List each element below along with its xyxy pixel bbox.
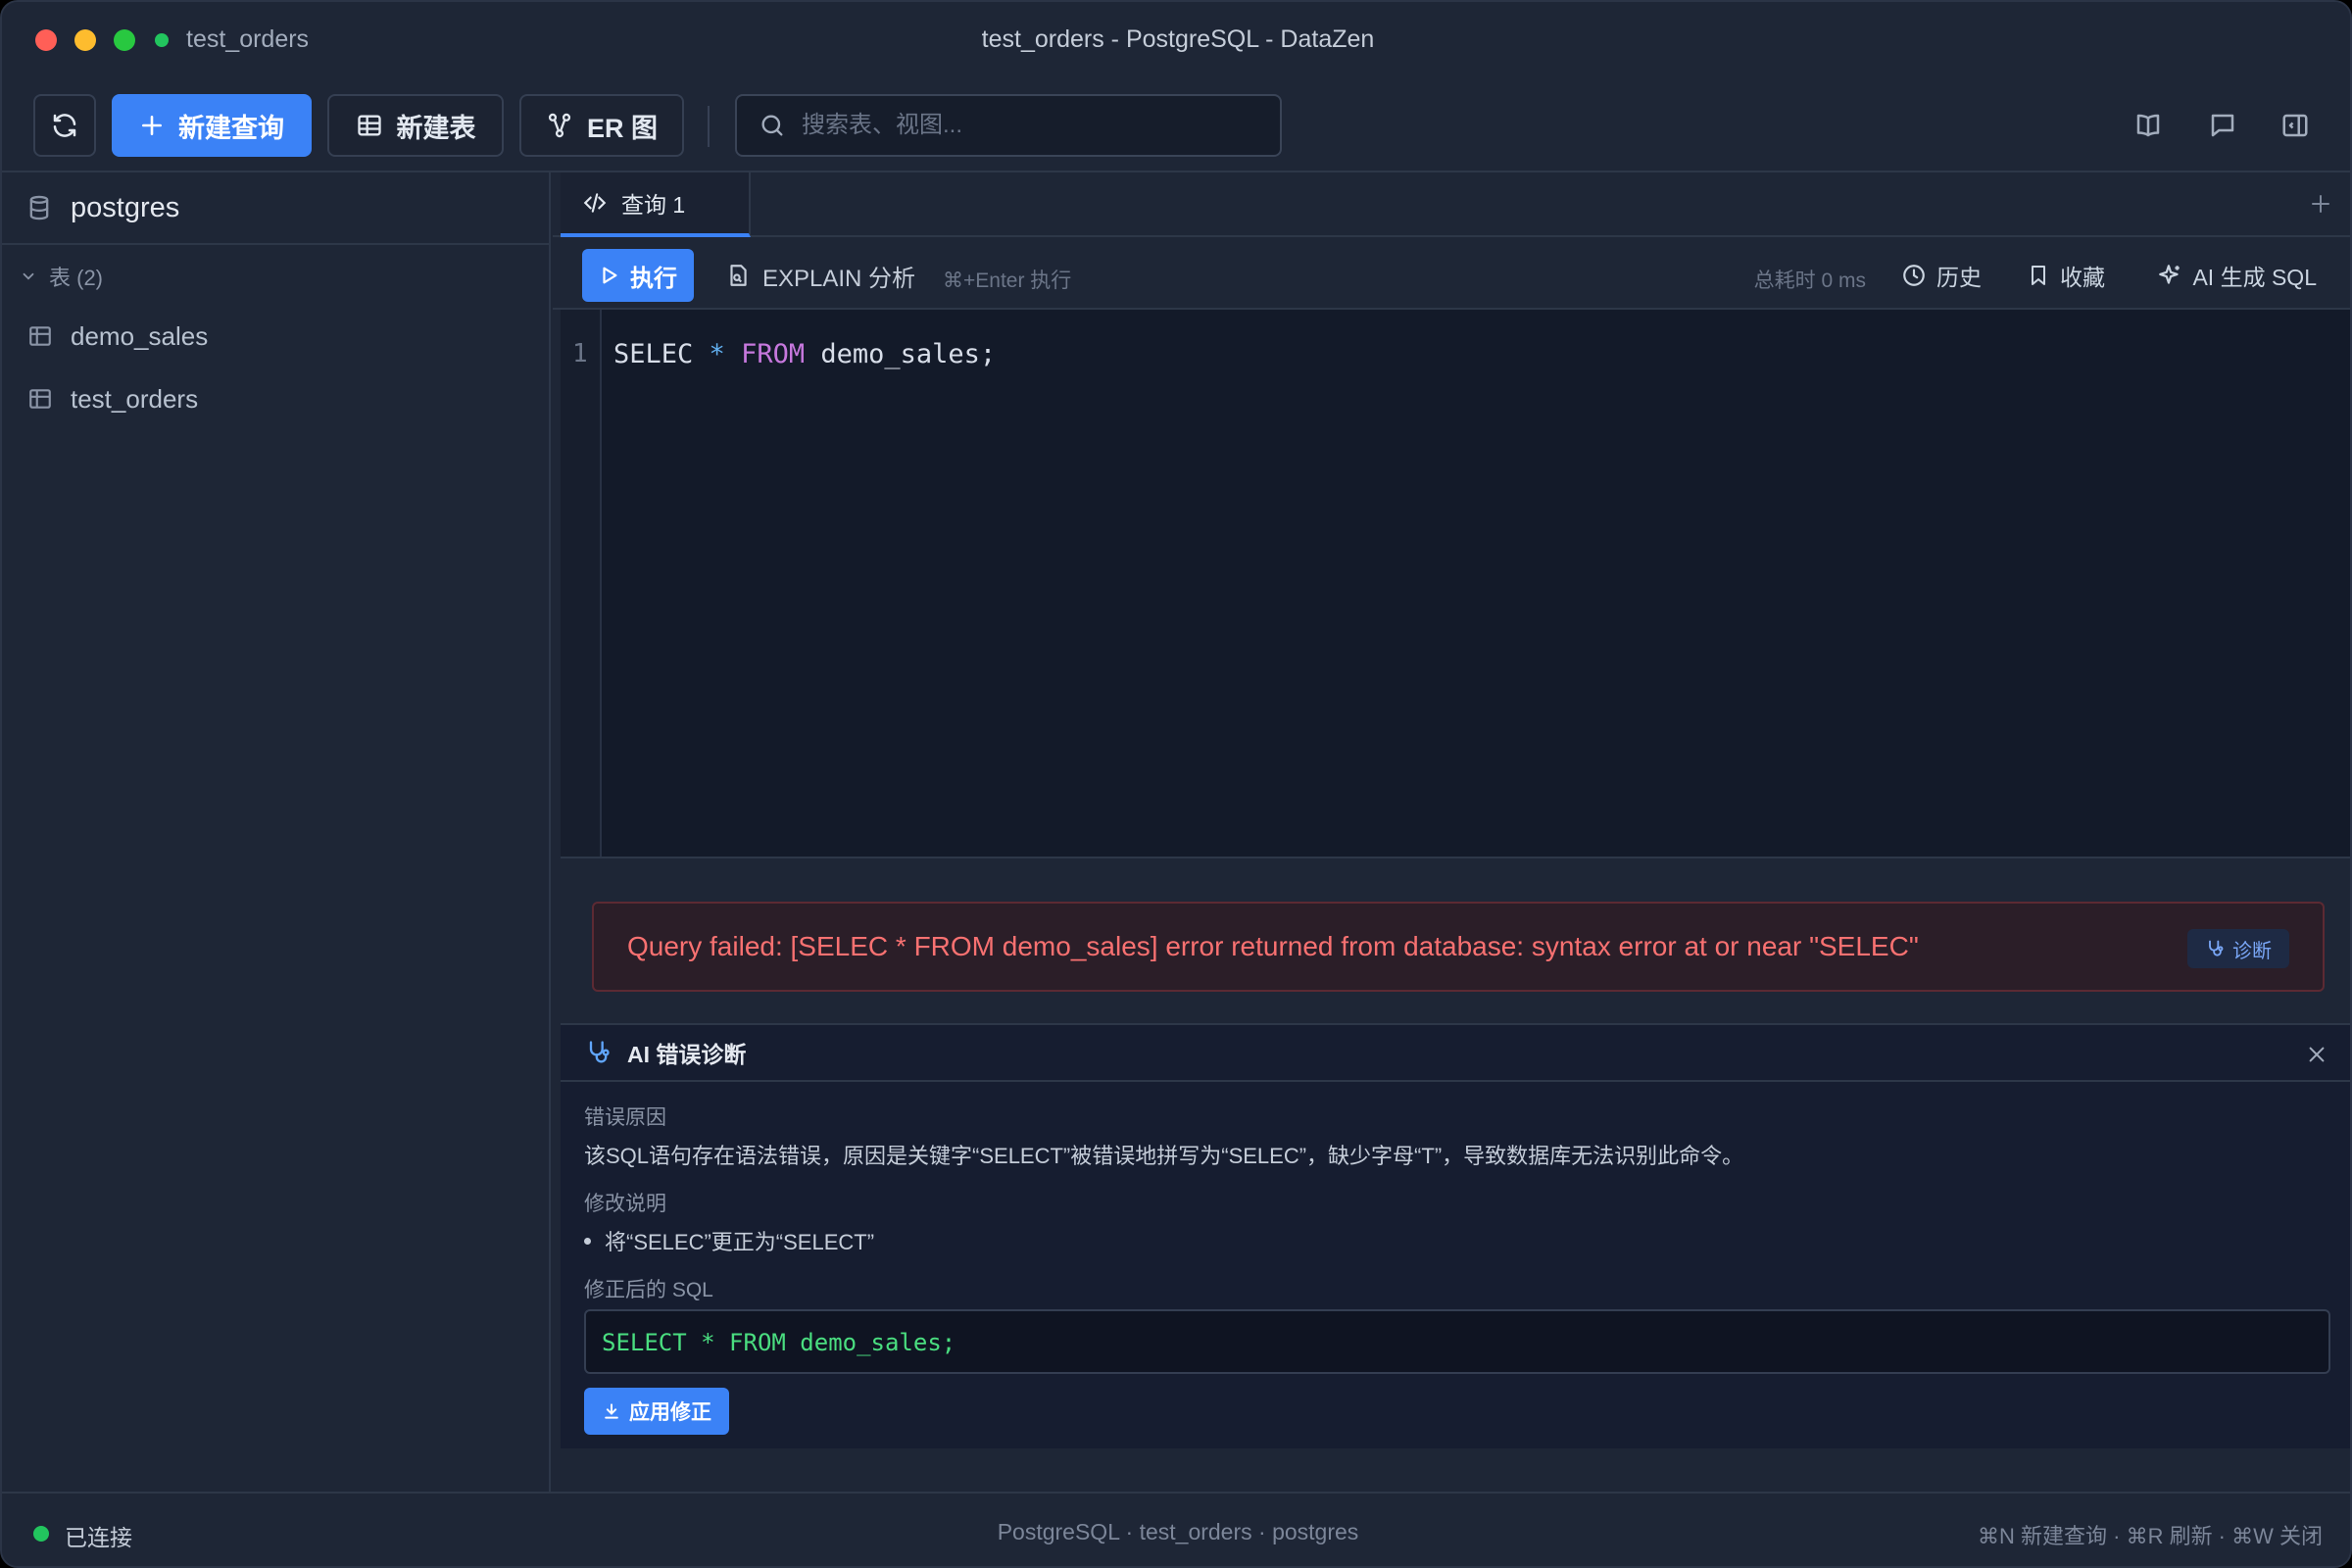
sidebar-item-demo-sales[interactable]: demo_sales	[2, 308, 549, 365]
app-window: test_orders test_orders - PostgreSQL - D…	[0, 0, 2352, 1568]
docs-button[interactable]	[2131, 108, 2166, 143]
new-table-label: 新建表	[396, 113, 476, 143]
error-alert: Query failed: [SELEC * FROM demo_sales] …	[592, 902, 2325, 992]
sidebar-toggle-icon	[2282, 114, 2308, 137]
code-operator: *	[709, 339, 725, 369]
window-title: test_orders - PostgreSQL - DataZen	[981, 25, 1375, 53]
cause-text: 该SQL语句存在语法错误，原因是关键字“SELECT”被错误地拼写为“SELEC…	[584, 1144, 1744, 1168]
ai-generate-sql-button[interactable]: AI 生成 SQL	[2157, 259, 2317, 292]
chat-button[interactable]	[2205, 108, 2240, 143]
code-line: SELEC * FROM demo_sales;	[613, 339, 996, 369]
fix-item-text: 将“SELEC”更正为“SELECT”	[605, 1230, 875, 1254]
table-name: test_orders	[71, 383, 199, 414]
database-icon	[29, 195, 49, 220]
database-name: postgres	[71, 191, 180, 223]
diagnose-label: 诊断	[2232, 940, 2272, 962]
book-icon	[2136, 114, 2160, 137]
refresh-button[interactable]	[33, 94, 96, 157]
ai-generate-sql-label: AI 生成 SQL	[2192, 265, 2317, 290]
play-icon	[603, 267, 617, 284]
sparkle-icon	[2159, 265, 2180, 284]
history-button[interactable]: 历史	[1901, 259, 1982, 292]
apply-fix-button[interactable]: 应用修正	[584, 1388, 729, 1435]
run-button[interactable]: 执行	[582, 249, 694, 302]
sidebar: postgres 表 (2) demo_sales test_orders	[2, 172, 551, 1492]
table-name: demo_sales	[71, 320, 209, 351]
download-icon	[605, 1403, 618, 1419]
tables-group-toggle[interactable]: 表 (2)	[20, 257, 103, 296]
new-query-label: 新建查询	[178, 113, 284, 143]
query-toolbar: 执行 EXPLAIN 分析 ⌘+Enter 执行 总耗时 0 ms 历史 收藏 …	[553, 237, 2350, 310]
message-icon	[2211, 114, 2234, 137]
plus-icon	[142, 116, 162, 135]
error-message: Query failed: [SELEC * FROM demo_sales] …	[627, 931, 1919, 961]
run-label: 执行	[630, 265, 677, 292]
title-bar: test_orders test_orders - PostgreSQL - D…	[2, 2, 2350, 78]
history-label: 历史	[1936, 265, 1982, 290]
tab-bar: 查询 1	[553, 172, 2350, 237]
favorites-label: 收藏	[2060, 265, 2105, 290]
code-token: demo_sales;	[805, 339, 997, 369]
clock-icon	[1903, 265, 1925, 286]
table-icon	[357, 115, 381, 136]
explain-label: EXPLAIN 分析	[762, 265, 916, 292]
line-gutter: 1	[561, 310, 602, 857]
file-analysis-icon	[730, 265, 747, 286]
cause-label: 错误原因	[584, 1106, 666, 1129]
new-query-button[interactable]: 新建查询	[112, 94, 312, 157]
code-token: SELEC	[613, 339, 710, 369]
code-icon	[583, 193, 607, 213]
elapsed-time: 总耗时 0 ms	[1753, 270, 1866, 292]
database-selector[interactable]: postgres	[2, 172, 549, 245]
corrected-sql: SELECT * FROM demo_sales;	[602, 1329, 956, 1356]
search-input[interactable]	[802, 112, 1262, 139]
corrected-sql-box[interactable]: SELECT * FROM demo_sales;	[584, 1309, 2330, 1374]
ai-diagnosis-panel: AI 错误诊断 错误原因 该SQL语句存在语法错误，原因是关键字“SELECT”…	[561, 1023, 2350, 1448]
plus-icon	[2312, 195, 2329, 213]
ai-diagnosis-header: AI 错误诊断	[561, 1025, 2350, 1082]
stethoscope-icon	[2209, 940, 2224, 956]
new-table-button[interactable]: 新建表	[327, 94, 504, 157]
bullet-dot	[584, 1237, 591, 1245]
chevron-down-icon	[23, 272, 34, 280]
toolbar: 新建查询 新建表 ER 图	[2, 78, 2350, 172]
toggle-panel-button[interactable]	[2278, 108, 2313, 143]
add-tab-button[interactable]	[2305, 188, 2336, 220]
status-bar: 已连接 PostgreSQL · test_orders · postgres …	[2, 1492, 2350, 1566]
tables-group-label: 表 (2)	[49, 266, 104, 290]
search-icon	[761, 115, 783, 136]
bookmark-icon	[2032, 266, 2045, 285]
tab-label: 查询 1	[621, 192, 686, 218]
corrected-sql-label: 修正后的 SQL	[584, 1279, 713, 1301]
diagnose-button[interactable]: 诊断	[2187, 929, 2289, 968]
er-diagram-button[interactable]: ER 图	[519, 94, 684, 157]
code-keyword: FROM	[741, 339, 806, 369]
apply-fix-label: 应用修正	[629, 1401, 711, 1424]
favorites-button[interactable]: 收藏	[2027, 259, 2105, 292]
search-box[interactable]	[735, 94, 1282, 157]
explain-button[interactable]: EXPLAIN 分析	[725, 249, 915, 302]
refresh-icon	[53, 114, 76, 137]
sql-editor[interactable]: 1 SELEC * FROM demo_sales;	[561, 310, 2350, 858]
toolbar-divider	[708, 106, 710, 147]
table-icon	[29, 326, 51, 346]
ai-diagnosis-title: AI 错误诊断	[627, 1042, 747, 1067]
sidebar-item-test-orders[interactable]: test_orders	[2, 370, 549, 427]
run-shortcut-hint: ⌘+Enter 执行	[943, 270, 1072, 292]
diagram-icon	[548, 113, 571, 138]
fix-list-item: 将“SELEC”更正为“SELECT”	[584, 1225, 874, 1256]
close-icon	[2309, 1047, 2325, 1062]
stethoscope-icon	[589, 1041, 610, 1063]
close-diagnosis-button[interactable]	[2303, 1041, 2330, 1068]
main-area: 查询 1 执行 EXPLAIN 分析 ⌘+Enter 执行 总耗时 0 ms 历…	[553, 172, 2350, 1492]
er-diagram-label: ER 图	[586, 113, 658, 143]
fix-label: 修改说明	[584, 1193, 666, 1215]
tab-query-1[interactable]: 查询 1	[561, 172, 751, 237]
line-number: 1	[572, 339, 588, 368]
keyboard-shortcuts: ⌘N 新建查询 · ⌘R 刷新 · ⌘W 关闭	[1978, 1524, 2323, 1548]
table-icon	[29, 389, 51, 409]
